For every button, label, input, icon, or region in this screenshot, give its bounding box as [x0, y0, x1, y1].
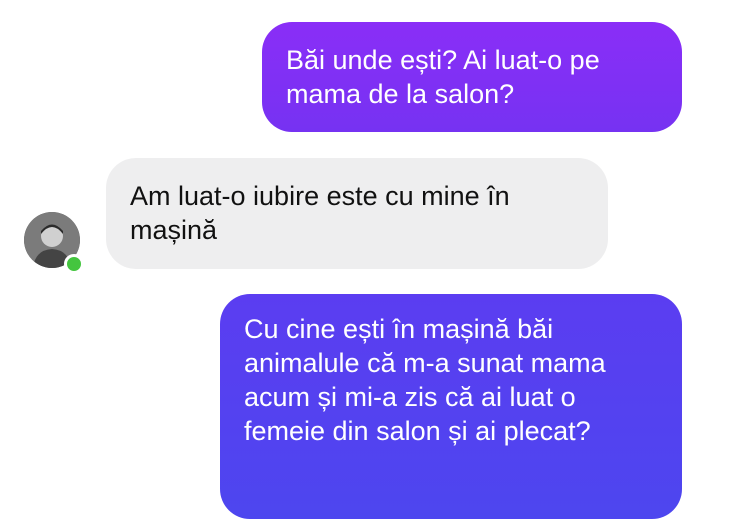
- outgoing-message-bubble[interactable]: Băi unde ești? Ai luat-o pe mama de la s…: [262, 22, 682, 132]
- incoming-message-bubble[interactable]: Am luat-o iubire este cu mine în mașină: [106, 158, 608, 269]
- message-thread: Băi unde ești? Ai luat-o pe mama de la s…: [0, 0, 730, 525]
- outgoing-message-bubble[interactable]: Cu cine ești în mașină băi animalule că …: [220, 294, 682, 519]
- online-status-indicator: [64, 254, 84, 274]
